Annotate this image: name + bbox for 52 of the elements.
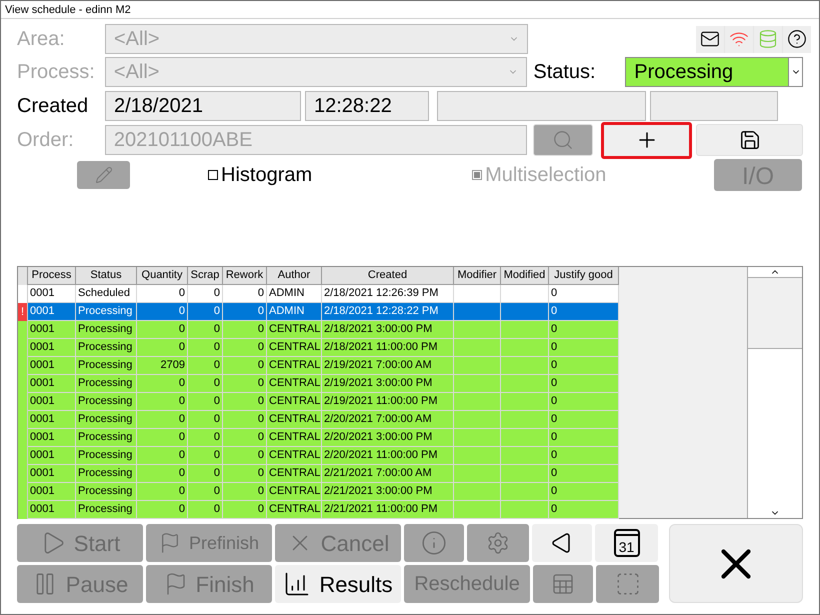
mail-icon[interactable] — [696, 26, 724, 52]
table-cell: 0 — [188, 501, 223, 519]
table-row[interactable]: 0001 Processing 0 0 0 CENTRAL 2/21/2021 3:00:00 PM 0 — [18, 483, 619, 501]
input-field[interactable] — [650, 90, 778, 120]
table-row[interactable]: 0001 Processing 0 0 0 CENTRAL 2/19/2021 11:00:00 PM 0 — [18, 393, 619, 411]
info-icon — [421, 530, 447, 556]
table-row[interactable]: ! 0001 Processing 0 0 0 ADMIN 2/18/2021 12:28:22 PM 0 — [18, 303, 619, 321]
field-label: Order: — [17, 128, 75, 153]
calendar-button[interactable]: 31 — [595, 524, 658, 562]
status-label: Status: — [533, 60, 597, 85]
status-dropdown[interactable]: Processing — [625, 57, 804, 87]
add-button[interactable] — [601, 122, 692, 158]
window-title: View schedule - edinn M2 — [1, 1, 819, 19]
time-field[interactable]: 12:28:22 — [305, 90, 429, 120]
table-cell: 0 — [223, 501, 267, 519]
table-cell: Processing — [76, 501, 137, 519]
help-icon[interactable] — [783, 26, 811, 52]
table-row[interactable]: 0001 Scheduled 0 0 0 ADMIN 2/18/2021 12:26:39 PM 0 — [18, 285, 619, 303]
table-icon — [551, 572, 575, 596]
calendar-icon: 31 — [614, 529, 640, 557]
input-field[interactable] — [437, 90, 646, 120]
resize-icon — [614, 571, 640, 597]
field-label: Process: — [17, 60, 96, 85]
table-row[interactable]: 0001 Processing 0 0 0 CENTRAL 2/21/2021 7:00:00 AM 0 — [18, 465, 619, 483]
edit-button[interactable] — [77, 161, 130, 189]
table-cell: 0 — [549, 501, 619, 519]
table-row[interactable]: 0001 Processing 2709 0 0 CENTRAL 2/19/2021 7:00:00 AM 0 — [18, 357, 619, 375]
save-button[interactable] — [696, 124, 803, 156]
table-row[interactable]: 0001 Processing 0 0 0 CENTRAL 2/18/2021 3:00:00 PM 0 — [18, 321, 619, 339]
field-label: Created — [17, 94, 90, 118]
field-label: Area: — [17, 27, 66, 52]
scrollbar[interactable] — [747, 267, 802, 518]
table-cell: 2/21/2021 11:00:00 PM — [322, 501, 454, 519]
table-row[interactable]: 0001 Processing 0 0 0 CENTRAL 2/20/2021 11:00:00 PM 0 — [18, 447, 619, 465]
search-icon — [552, 129, 574, 151]
table-row[interactable]: 0001 Processing 0 0 0 CENTRAL 2/20/2021 7:00:00 AM 0 — [18, 411, 619, 429]
table-cell: CENTRAL — [267, 501, 322, 519]
results-button[interactable]: Results — [275, 565, 401, 603]
table-row[interactable]: 0001 Processing 0 0 0 CENTRAL 2/19/2021 3:00:00 PM 0 — [18, 375, 619, 393]
table-cell: 0001 — [28, 501, 76, 519]
date-field[interactable]: 2/18/2021 — [105, 90, 301, 120]
table-row[interactable]: 0001 Processing 0 0 0 CENTRAL 2/20/2021 3:00:00 PM 0 — [18, 429, 619, 447]
save-icon — [738, 129, 760, 151]
settings-icon — [486, 531, 510, 555]
back-button[interactable] — [532, 524, 592, 562]
table-row[interactable]: 0001 Processing 0 0 0 CENTRAL 2/18/2021 11:00:00 PM 0 — [18, 339, 619, 357]
option-checkbox[interactable]: Histogram — [208, 160, 312, 190]
row-marker: ! — [18, 303, 28, 321]
table-row[interactable]: 0001 Processing 0 0 0 CENTRAL 2/21/2021 11:00:00 PM 0 — [18, 501, 619, 519]
close-button[interactable] — [669, 524, 803, 603]
table-cell: 0 — [137, 501, 188, 519]
pencil-icon — [94, 166, 112, 184]
